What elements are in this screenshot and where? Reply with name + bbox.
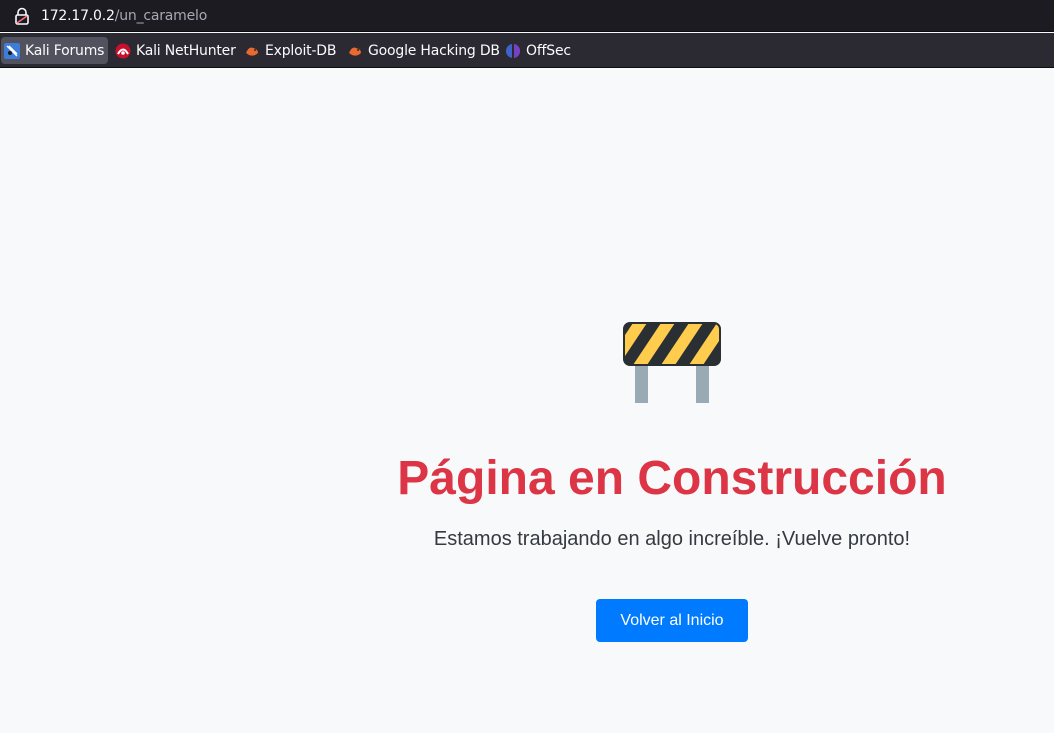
url-path: /un_caramelo: [114, 8, 208, 24]
bookmark-label: Exploit-DB: [265, 42, 337, 59]
back-home-button[interactable]: Volver al Inicio: [596, 599, 748, 642]
bookmark-label: Google Hacking DB: [368, 42, 500, 59]
bookmark-kali-nethunter[interactable]: Kali NetHunter: [112, 37, 240, 64]
page-subtitle: Estamos trabajando en algo increíble. ¡V…: [433, 528, 911, 550]
lock-icon[interactable]: [14, 7, 30, 25]
bookmarks-toolbar: Kali Forums Kali NetHunter Exploit-DB Go…: [0, 33, 1054, 68]
offsec-icon: [506, 43, 520, 58]
url-bar[interactable]: 172.17.0.2/un_caramelo: [0, 0, 1054, 32]
bookmark-label: OffSec: [526, 42, 571, 59]
url-host: 172.17.0.2: [41, 8, 115, 24]
bookmark-kali-forums[interactable]: Kali Forums: [1, 37, 109, 64]
bookmark-offsec[interactable]: OffSec: [502, 37, 575, 64]
bookmark-exploit-db[interactable]: Exploit-DB: [241, 37, 340, 64]
bookmark-label: Kali NetHunter: [136, 42, 236, 59]
page-content: Página en Construcción Estamos trabajand…: [0, 68, 1054, 733]
url-text[interactable]: 172.17.0.2/un_caramelo: [41, 7, 207, 25]
page-title: Página en Construcción: [397, 452, 947, 505]
construction-barrier-icon: [623, 322, 721, 403]
bookmark-label: Kali Forums: [25, 42, 105, 59]
bookmark-google-hacking-db[interactable]: Google Hacking DB: [344, 37, 504, 64]
kali-forums-icon: [4, 42, 20, 59]
nethunter-icon: [115, 43, 131, 58]
exploit-db-icon: [246, 47, 258, 56]
ghdb-icon: [349, 47, 361, 56]
